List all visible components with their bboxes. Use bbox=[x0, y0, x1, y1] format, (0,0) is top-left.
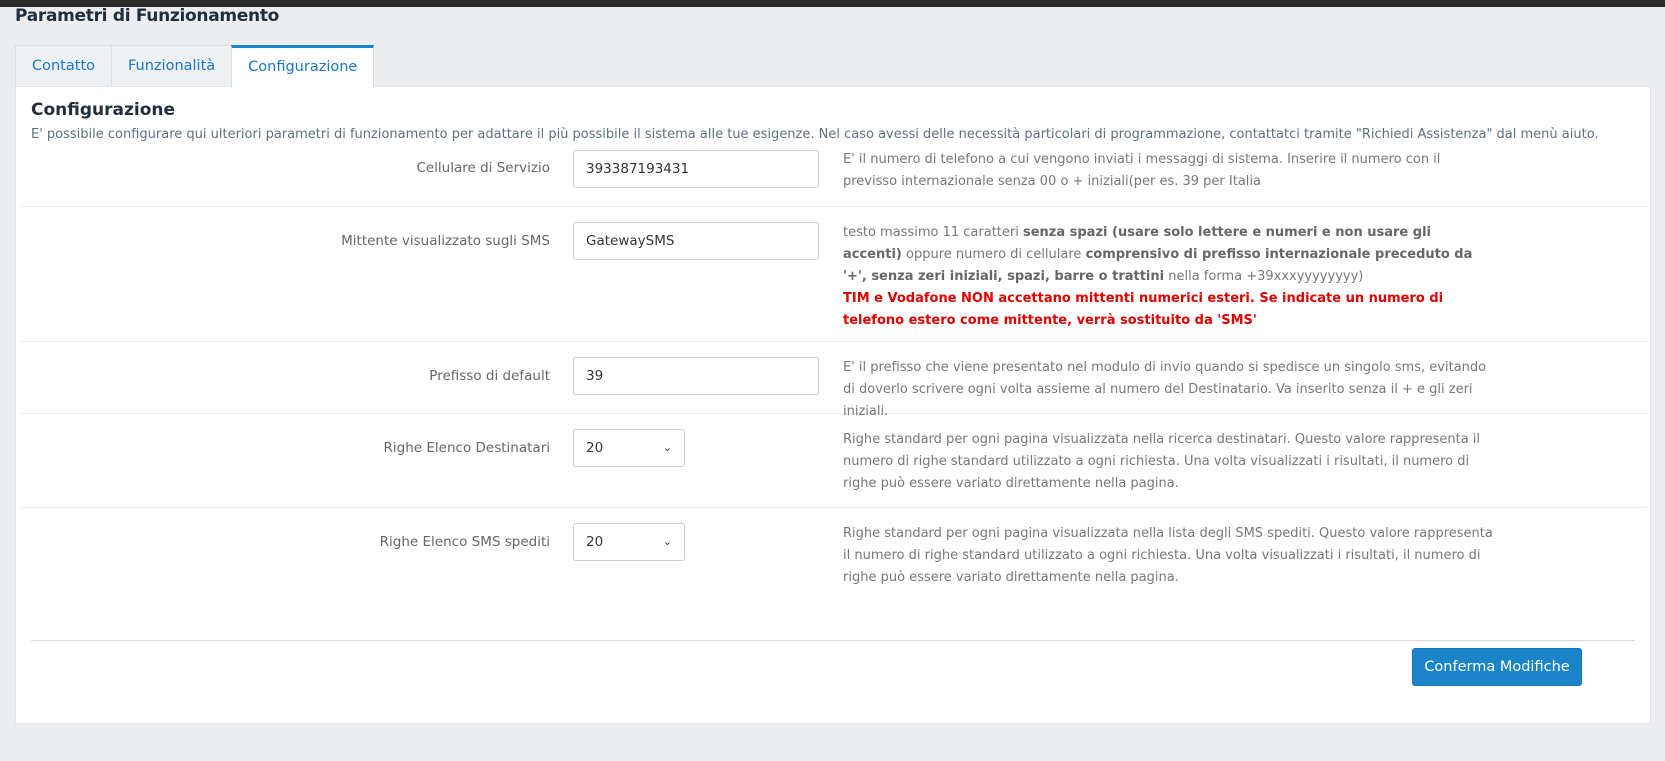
mittente-label: Mittente visualizzato sugli SMS bbox=[341, 233, 550, 249]
mittente-help: testo massimo 11 caratteri senza spazi (… bbox=[843, 222, 1493, 332]
chevron-down-icon: ⌄ bbox=[662, 535, 672, 548]
form-row-cellulare: Cellulare di Servizio E' il numero di te… bbox=[21, 149, 1647, 207]
section-title: Configurazione bbox=[31, 100, 176, 120]
righe-destinatari-select[interactable]: 20 ⌄ bbox=[573, 429, 685, 467]
tab-bar: Contatto Funzionalità Configurazione bbox=[15, 45, 375, 88]
righe-destinatari-help: Righe standard per ogni pagina visualizz… bbox=[843, 432, 1481, 491]
tab-configurazione[interactable]: Configurazione bbox=[231, 45, 375, 88]
mittente-warning: TIM e Vodafone NON accettano mittenti nu… bbox=[843, 291, 1444, 328]
page-title: Parametri di Funzionamento bbox=[15, 6, 280, 26]
configuration-panel: Configurazione E' possibile configurare … bbox=[15, 86, 1651, 724]
form-row-prefisso: Prefisso di default E' il prefisso che v… bbox=[21, 342, 1647, 419]
cellulare-input[interactable] bbox=[573, 150, 819, 188]
confirm-changes-button[interactable]: Conferma Modifiche bbox=[1412, 648, 1582, 686]
prefisso-input[interactable] bbox=[573, 357, 819, 395]
cellulare-label: Cellulare di Servizio bbox=[416, 160, 550, 176]
form-row-mittente: Mittente visualizzato sugli SMS testo ma… bbox=[21, 207, 1647, 342]
prefisso-label: Prefisso di default bbox=[429, 368, 550, 384]
form-divider bbox=[31, 640, 1635, 641]
righe-sms-help: Righe standard per ogni pagina visualizz… bbox=[843, 526, 1493, 585]
righe-sms-label: Righe Elenco SMS spediti bbox=[379, 534, 550, 550]
chevron-down-icon: ⌄ bbox=[662, 441, 672, 454]
mittente-help-text: testo massimo 11 caratteri bbox=[843, 225, 1023, 240]
righe-sms-select[interactable]: 20 ⌄ bbox=[573, 523, 685, 561]
righe-sms-value: 20 bbox=[586, 534, 604, 550]
mittente-input[interactable] bbox=[573, 222, 819, 260]
tab-funzionalita[interactable]: Funzionalità bbox=[111, 45, 233, 86]
section-description: E' possibile configurare qui ulteriori p… bbox=[31, 127, 1599, 142]
mittente-help-text: oppure numero di cellulare bbox=[901, 247, 1086, 262]
form-row-righe-destinatari: Righe Elenco Destinatari 20 ⌄ Righe stan… bbox=[21, 414, 1647, 508]
mittente-help-text: nella forma +39xxxyyyyyyyy) bbox=[1164, 269, 1364, 284]
tab-contatto[interactable]: Contatto bbox=[15, 45, 112, 86]
cellulare-help: E' il numero di telefono a cui vengono i… bbox=[843, 152, 1441, 189]
righe-destinatari-value: 20 bbox=[586, 440, 604, 456]
form-row-righe-sms: Righe Elenco SMS spediti 20 ⌄ Righe stan… bbox=[21, 508, 1647, 602]
righe-destinatari-label: Righe Elenco Destinatari bbox=[383, 440, 550, 456]
